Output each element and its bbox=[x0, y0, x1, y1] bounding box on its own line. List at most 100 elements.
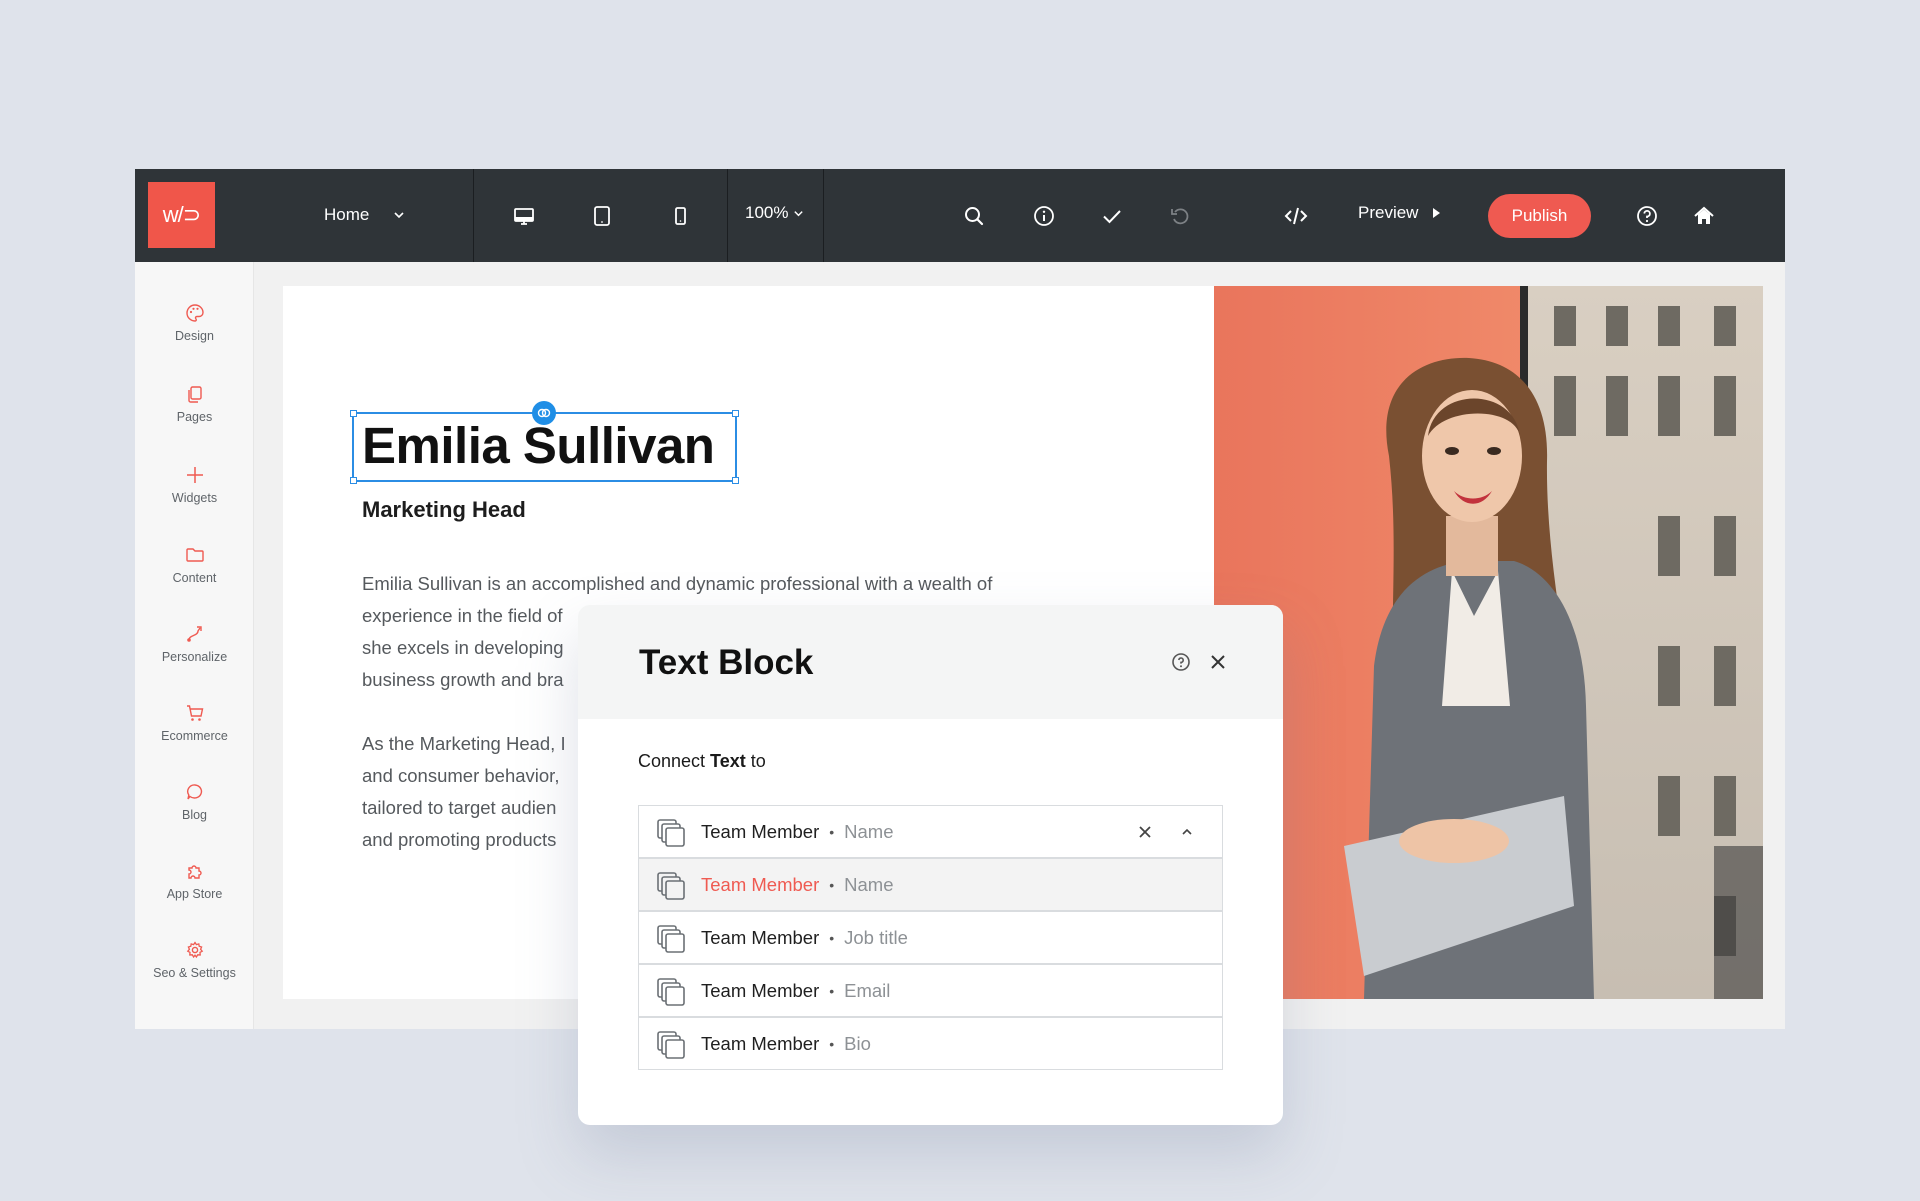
sidebar-item-personalize[interactable]: Personalize bbox=[135, 624, 254, 684]
option-field: Name bbox=[844, 873, 894, 895]
chevron-down-icon bbox=[794, 210, 804, 216]
clear-icon[interactable] bbox=[1136, 823, 1154, 841]
option-field: Email bbox=[844, 979, 891, 1001]
sidebar-item-seo-settings[interactable]: Seo & Settings bbox=[135, 940, 254, 1000]
help-icon[interactable] bbox=[1171, 652, 1191, 672]
sidebar-item-label: Content bbox=[172, 571, 217, 585]
sidebar-item-content[interactable]: Content bbox=[135, 545, 254, 605]
help-icon bbox=[1637, 206, 1657, 226]
chevron-down-icon bbox=[394, 212, 404, 219]
dropdown-option[interactable]: Team Member • Email bbox=[638, 964, 1223, 1017]
sidebar-item-label: Pages bbox=[176, 410, 213, 424]
text-block-panel: Text Block Connect Text to Team Member •… bbox=[578, 605, 1283, 1125]
team-member-role[interactable]: Marketing Head bbox=[362, 497, 526, 523]
separator-dot: • bbox=[829, 1035, 835, 1052]
option-source: Team Member bbox=[701, 820, 820, 842]
toolbar-divider bbox=[473, 169, 474, 262]
collection-icon bbox=[657, 818, 685, 847]
mobile-view-button[interactable] bbox=[663, 199, 697, 233]
play-icon bbox=[1433, 208, 1441, 218]
resize-handle[interactable] bbox=[350, 410, 357, 417]
gear-icon bbox=[186, 941, 203, 959]
desktop-view-button[interactable] bbox=[507, 199, 541, 233]
connect-prefix: Connect bbox=[638, 751, 711, 771]
puzzle-icon bbox=[187, 865, 202, 879]
search-button[interactable] bbox=[957, 199, 991, 233]
dashboard-home-button[interactable] bbox=[1687, 199, 1721, 233]
data-source-dropdown[interactable]: Team Member • Name bbox=[638, 805, 1223, 858]
desktop-icon bbox=[514, 208, 534, 225]
sidebar-item-label: Widgets bbox=[171, 491, 218, 505]
chat-icon bbox=[186, 784, 202, 800]
connect-suffix: to bbox=[745, 751, 766, 771]
option-source: Team Member bbox=[701, 979, 820, 1001]
sidebar-item-blog[interactable]: Blog bbox=[135, 782, 254, 842]
sidebar-item-pages[interactable]: Pages bbox=[135, 384, 254, 444]
sidebar-item-label: Seo & Settings bbox=[153, 966, 236, 980]
resize-handle[interactable] bbox=[732, 410, 739, 417]
sidebar-item-ecommerce[interactable]: Ecommerce bbox=[135, 703, 254, 763]
undo-button[interactable] bbox=[1163, 199, 1197, 233]
option-field: Bio bbox=[844, 1032, 871, 1054]
separator-dot: • bbox=[829, 876, 835, 893]
separator-dot: • bbox=[829, 982, 835, 999]
dropdown-option[interactable]: Team Member • Bio bbox=[638, 1017, 1223, 1070]
info-button[interactable] bbox=[1027, 199, 1061, 233]
sidebar-item-label: Blog bbox=[181, 808, 208, 822]
code-icon bbox=[1284, 207, 1308, 225]
app-logo-text: w/⊃ bbox=[162, 202, 201, 227]
chevron-up-icon[interactable] bbox=[1180, 825, 1194, 839]
folder-icon bbox=[185, 548, 204, 562]
zoom-selector[interactable]: 100% bbox=[745, 203, 804, 223]
page-selector[interactable]: Home bbox=[324, 203, 405, 227]
option-source: Team Member bbox=[701, 873, 820, 895]
undo-icon bbox=[1171, 208, 1189, 225]
app-logo[interactable]: w/⊃ bbox=[148, 182, 215, 248]
panel-title: Text Block bbox=[639, 643, 814, 682]
sidebar-item-widgets[interactable]: Widgets bbox=[135, 465, 254, 525]
help-button[interactable] bbox=[1630, 199, 1664, 233]
connect-bold: Text bbox=[710, 751, 746, 771]
sidebar-item-design[interactable]: Design bbox=[135, 303, 254, 363]
pages-icon bbox=[187, 386, 202, 403]
connect-text-label: Connect Text to bbox=[638, 751, 766, 772]
resize-handle[interactable] bbox=[350, 477, 357, 484]
preview-label: Preview bbox=[1358, 203, 1419, 222]
option-field: Name bbox=[844, 820, 894, 842]
zoom-label: 100% bbox=[745, 203, 789, 222]
sidebar-item-app-store[interactable]: App Store bbox=[135, 861, 254, 921]
resize-handle[interactable] bbox=[732, 477, 739, 484]
close-icon[interactable] bbox=[1208, 652, 1228, 672]
mobile-icon bbox=[675, 207, 686, 225]
separator-dot: • bbox=[829, 929, 835, 946]
personalize-icon bbox=[186, 626, 202, 642]
panel-header: Text Block bbox=[578, 605, 1283, 719]
collection-icon bbox=[657, 924, 685, 953]
team-member-name[interactable]: Emilia Sullivan bbox=[362, 416, 715, 475]
team-member-photo[interactable] bbox=[1214, 286, 1763, 999]
info-icon bbox=[1034, 206, 1054, 226]
toolbar-divider bbox=[823, 169, 824, 262]
option-field: Job title bbox=[844, 926, 908, 948]
home-icon bbox=[1694, 206, 1714, 224]
publish-button[interactable]: Publish bbox=[1488, 194, 1591, 238]
sidebar-item-label: Design bbox=[175, 329, 214, 343]
option-source: Team Member bbox=[701, 1032, 820, 1054]
page-selector-label: Home bbox=[324, 205, 370, 224]
tablet-view-button[interactable] bbox=[585, 199, 619, 233]
check-icon bbox=[1103, 210, 1121, 224]
sidebar-item-label: App Store bbox=[166, 887, 223, 901]
collection-icon bbox=[657, 871, 685, 900]
palette-icon bbox=[185, 304, 204, 322]
tablet-icon bbox=[594, 206, 610, 226]
toolbar-divider bbox=[727, 169, 728, 262]
top-toolbar: w/⊃ Home 100% Preview Publish bbox=[135, 169, 1785, 262]
collection-icon bbox=[657, 977, 685, 1006]
check-button[interactable] bbox=[1095, 199, 1129, 233]
code-editor-button[interactable] bbox=[1279, 199, 1313, 233]
option-source: Team Member bbox=[701, 926, 820, 948]
sidebar-item-label: Ecommerce bbox=[161, 729, 228, 743]
preview-button[interactable]: Preview bbox=[1358, 203, 1441, 223]
dropdown-option[interactable]: Team Member • Job title bbox=[638, 911, 1223, 964]
dropdown-option[interactable]: Team Member • Name bbox=[638, 858, 1223, 911]
